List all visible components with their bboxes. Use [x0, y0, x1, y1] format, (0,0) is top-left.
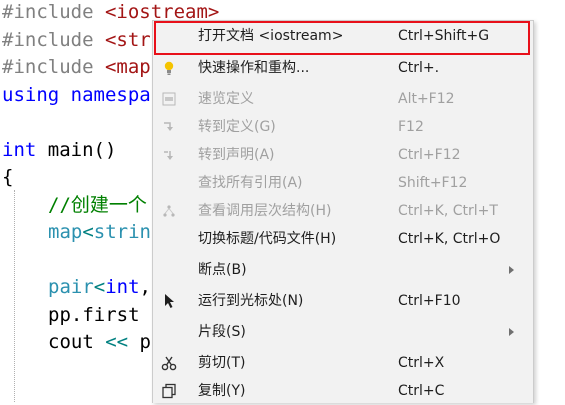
menu-item-call-hierarchy[interactable]: 查看调用层次结构(H) Ctrl+K, Ctrl+T	[153, 197, 533, 225]
submenu-arrow-icon	[509, 328, 514, 336]
preprocessor-token: #include	[2, 56, 105, 78]
menu-item-snippets[interactable]: 片段(S)	[153, 318, 533, 346]
menu-item-shortcut: Ctrl+X	[398, 355, 445, 371]
preprocessor-token: #include	[2, 1, 105, 23]
type-token: map	[48, 221, 83, 243]
menu-item-find-all-references[interactable]: 查找所有引用(A) Shift+F12	[153, 169, 533, 197]
menu-item-shortcut: F12	[398, 119, 424, 135]
comment-token: //创建一个	[48, 194, 147, 216]
code-line-11: pair<int,	[48, 273, 151, 301]
menu-item-peek-definition[interactable]: 速览定义 Alt+F12	[153, 85, 533, 113]
copy-icon	[159, 381, 179, 401]
menu-item-label: 转到定义(G)	[198, 119, 276, 135]
menu-item-cut[interactable]: 剪切(T) Ctrl+X	[153, 349, 533, 377]
menu-item-quick-actions[interactable]: 快速操作和重构... Ctrl+.	[153, 54, 533, 82]
code-text: main()	[36, 139, 117, 161]
menu-item-label: 查看调用层次结构(H)	[198, 203, 332, 219]
menu-item-shortcut: Ctrl+F12	[398, 147, 461, 163]
type-token: pair	[48, 276, 94, 298]
include-target: <map	[104, 56, 151, 78]
menu-item-label: 片段(S)	[198, 324, 246, 340]
preprocessor-token: #include	[2, 29, 105, 51]
menu-item-open-document[interactable]: 打开文档 <iostream> Ctrl+Shift+G	[153, 22, 533, 50]
menu-item-shortcut: Ctrl+Shift+G	[398, 28, 490, 44]
menu-item-run-to-cursor[interactable]: 运行到光标处(N) Ctrl+F10	[153, 287, 533, 315]
code-line-9: map<strin	[48, 218, 151, 246]
menu-item-shortcut: Ctrl+K, Ctrl+T	[398, 203, 498, 219]
go-to-definition-icon	[159, 117, 179, 137]
lightbulb-icon	[159, 58, 179, 78]
menu-item-label: 查找所有引用(A)	[198, 175, 303, 191]
operator-token: <	[82, 221, 94, 243]
menu-item-shortcut: Alt+F12	[398, 91, 455, 107]
menu-item-label: 快速操作和重构...	[198, 60, 310, 76]
menu-item-shortcut: Ctrl+.	[398, 60, 440, 76]
indent-guide	[14, 190, 15, 402]
include-target: <str	[104, 29, 151, 51]
code-line-3: #include <map	[2, 53, 151, 81]
menu-item-breakpoint[interactable]: 断点(B)	[153, 256, 533, 284]
go-to-declaration-icon	[159, 145, 179, 165]
code-line-13: cout << p	[48, 328, 151, 356]
code-line-6: int main()	[2, 136, 116, 164]
menu-item-shortcut: Ctrl+C	[398, 383, 445, 399]
keyword-token: int	[105, 276, 140, 298]
menu-item-toggle-header-code[interactable]: 切换标题/代码文件(H) Ctrl+K, Ctrl+O	[153, 225, 533, 253]
code-line-12: pp.first	[48, 301, 140, 329]
keyword-token: using	[2, 84, 60, 106]
operator-token: <<	[105, 331, 129, 353]
menu-item-shortcut: Ctrl+K, Ctrl+O	[398, 231, 501, 247]
code-line-2: #include <str	[2, 26, 151, 54]
code-text: ,	[139, 276, 151, 298]
menu-item-shortcut: Ctrl+F10	[398, 293, 461, 309]
menu-item-shortcut: Shift+F12	[398, 175, 468, 191]
code-text: pp.first	[48, 304, 140, 326]
keyword-token: int	[2, 139, 37, 161]
submenu-arrow-icon	[509, 266, 514, 274]
menu-item-label: 断点(B)	[198, 262, 247, 278]
code-line-4: using namespa	[2, 81, 151, 109]
code-line-8: //创建一个	[48, 191, 147, 219]
peek-definition-icon	[159, 89, 179, 109]
menu-item-label: 复制(Y)	[198, 383, 246, 399]
menu-item-label: 运行到光标处(N)	[198, 293, 304, 309]
run-to-cursor-icon	[159, 291, 179, 311]
menu-item-go-to-declaration[interactable]: 转到声明(A) Ctrl+F12	[153, 141, 533, 169]
code-line-7: {	[2, 163, 13, 191]
code-text: {	[2, 166, 14, 188]
context-menu: 打开文档 <iostream> Ctrl+Shift+G 快速操作和重构... …	[152, 20, 534, 403]
menu-item-label: 转到声明(A)	[198, 147, 275, 163]
menu-item-copy[interactable]: 复制(Y) Ctrl+C	[153, 377, 533, 405]
code-text: p	[128, 331, 151, 353]
menu-item-label: 打开文档 <iostream>	[198, 28, 344, 44]
menu-item-label: 剪切(T)	[198, 355, 246, 371]
code-text: cout	[48, 331, 106, 353]
call-hierarchy-icon	[159, 201, 179, 221]
operator-token: <	[93, 276, 106, 298]
menu-item-label: 速览定义	[198, 91, 254, 107]
scissors-icon	[159, 353, 179, 373]
type-token: strin	[93, 221, 151, 243]
menu-item-label: 切换标题/代码文件(H)	[198, 231, 337, 247]
code-text: namespa	[59, 84, 151, 106]
menu-item-go-to-definition[interactable]: 转到定义(G) F12	[153, 113, 533, 141]
